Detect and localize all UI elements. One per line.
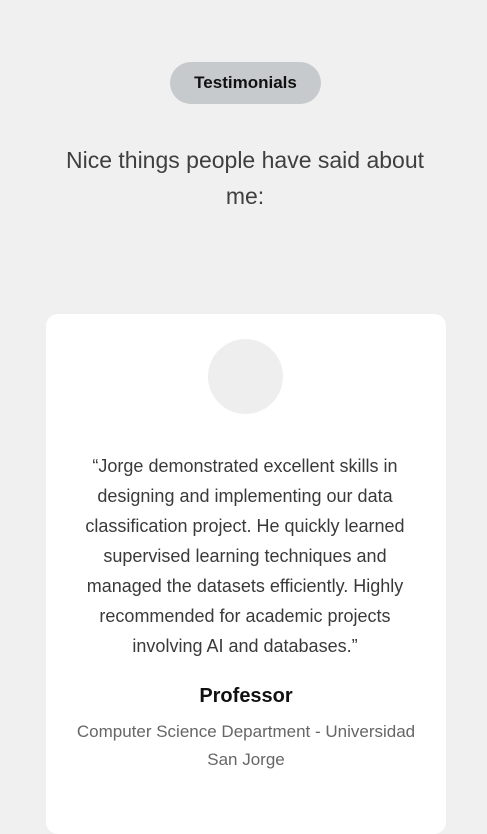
section-badge: Testimonials (170, 62, 321, 104)
testimonial-card: “Jorge demonstrated excellent skills in … (46, 314, 446, 834)
author-affiliation: Computer Science Department - Universida… (76, 722, 416, 769)
section-heading: Nice things people have said about me: (65, 147, 425, 209)
testimonial-quote: “Jorge demonstrated excellent skills in … (85, 456, 405, 656)
author-role: Professor (199, 685, 293, 707)
testimonials-section: Testimonials Nice things people have sai… (0, 0, 487, 834)
avatar (208, 339, 283, 414)
